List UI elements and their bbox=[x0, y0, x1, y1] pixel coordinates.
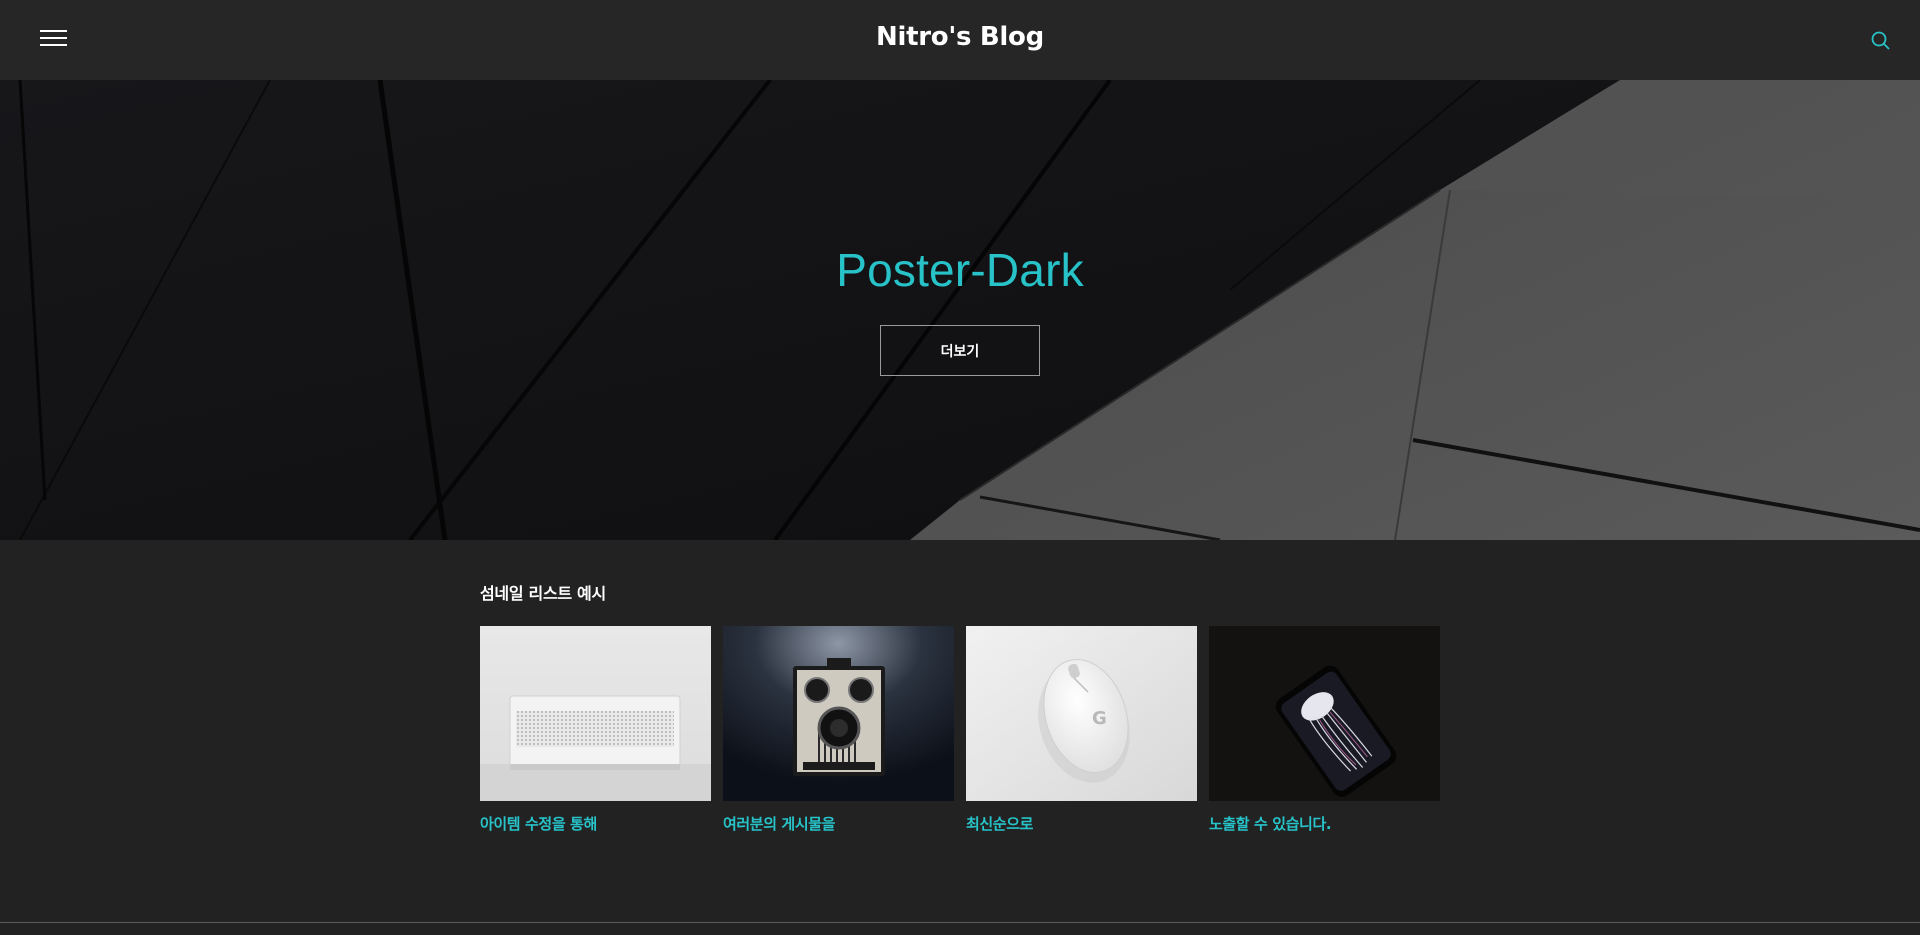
thumbnail-caption[interactable]: 여러분의 게시물을 bbox=[723, 813, 954, 834]
white-speaker-photo[interactable] bbox=[480, 626, 711, 801]
thumbnail-caption[interactable]: 최신순으로 bbox=[966, 813, 1197, 834]
thumbnail-item[interactable]: G 최신순으로 bbox=[966, 626, 1197, 834]
svg-text:G: G bbox=[1092, 708, 1107, 729]
thumbnail-section: 섬네일 리스트 예시 아이템 수정을 통해 여러분의 게시물을 G 최신순으로 … bbox=[480, 580, 1440, 833]
site-header: Nitro's Blog bbox=[0, 0, 1920, 80]
search-icon[interactable] bbox=[1870, 30, 1892, 52]
footer-divider bbox=[0, 922, 1920, 923]
more-button[interactable]: 더보기 bbox=[880, 325, 1040, 376]
white-mouse-photo[interactable]: G bbox=[966, 626, 1197, 801]
vintage-camera-photo[interactable] bbox=[723, 626, 954, 801]
thumbnail-item[interactable]: 여러분의 게시물을 bbox=[723, 626, 954, 834]
section-title: 섬네일 리스트 예시 bbox=[480, 584, 606, 603]
thumbnail-item[interactable]: 아이템 수정을 통해 bbox=[480, 626, 711, 834]
hero-banner: Poster-Dark 더보기 bbox=[0, 80, 1920, 540]
thumbnail-caption[interactable]: 노출할 수 있습니다. bbox=[1209, 813, 1440, 834]
thumbnail-list: 아이템 수정을 통해 여러분의 게시물을 G 최신순으로 노출할 수 있습니다. bbox=[480, 626, 1440, 846]
smartphone-jellyfish-photo[interactable] bbox=[1209, 626, 1440, 801]
hero-background-image bbox=[0, 80, 1920, 540]
hero-title: Poster-Dark bbox=[836, 244, 1084, 296]
thumbnail-caption[interactable]: 아이템 수정을 통해 bbox=[480, 813, 711, 834]
site-title[interactable]: Nitro's Blog bbox=[0, 22, 1920, 52]
thumbnail-item[interactable]: 노출할 수 있습니다. bbox=[1209, 626, 1440, 834]
